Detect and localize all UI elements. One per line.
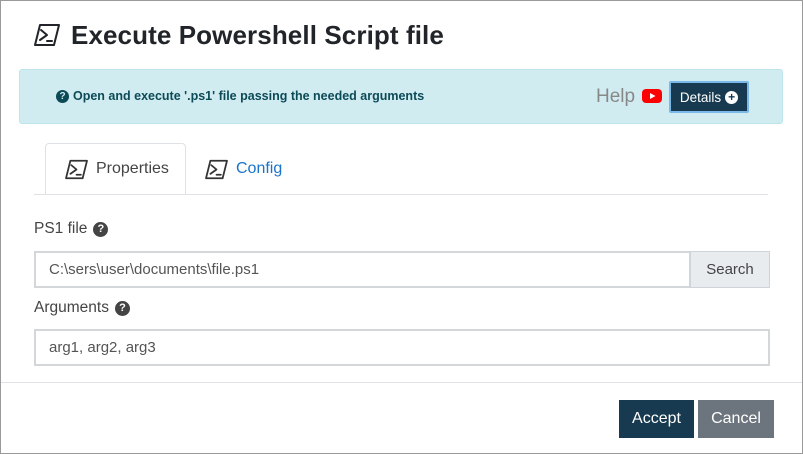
arguments-input[interactable]	[34, 329, 770, 366]
info-message: ? Open and execute '.ps1' file passing t…	[56, 89, 424, 103]
question-circle-icon[interactable]: ?	[93, 221, 109, 237]
footer-divider	[1, 382, 802, 383]
search-button[interactable]: Search	[690, 251, 770, 288]
tab-properties-label: Properties	[96, 160, 169, 177]
accept-button[interactable]: Accept	[619, 400, 694, 438]
arguments-label: Arguments ?	[34, 299, 130, 317]
youtube-icon[interactable]	[642, 89, 662, 108]
dialog-header: Execute Powershell Script file	[33, 19, 444, 51]
cancel-button[interactable]: Cancel	[698, 400, 774, 438]
tab-config-label: Config	[236, 160, 283, 177]
tab-properties[interactable]: Properties	[45, 143, 186, 195]
info-alert: ? Open and execute '.ps1' file passing t…	[19, 69, 783, 124]
plus-circle-icon: +	[725, 90, 739, 104]
powershell-icon	[33, 23, 61, 47]
ps1-file-label: PS1 file ?	[34, 220, 109, 238]
question-circle-icon: ?	[56, 89, 69, 103]
details-button[interactable]: Details +	[669, 81, 749, 113]
powershell-icon	[63, 159, 90, 180]
dialog-title: Execute Powershell Script file	[71, 19, 444, 50]
info-message-text: Open and execute '.ps1' file passing the…	[73, 89, 425, 103]
question-circle-icon[interactable]: ?	[114, 300, 130, 316]
details-button-label: Details	[679, 89, 722, 105]
help-link[interactable]: Help	[596, 86, 635, 108]
tab-config[interactable]: Config	[203, 143, 282, 195]
arguments-label-text: Arguments	[34, 299, 109, 316]
ps1-file-label-text: PS1 file	[34, 220, 88, 237]
dialog: Execute Powershell Script file ? Open an…	[0, 0, 803, 454]
tabs-divider	[34, 194, 768, 195]
powershell-icon	[203, 159, 230, 180]
ps1-file-input[interactable]	[34, 251, 691, 288]
